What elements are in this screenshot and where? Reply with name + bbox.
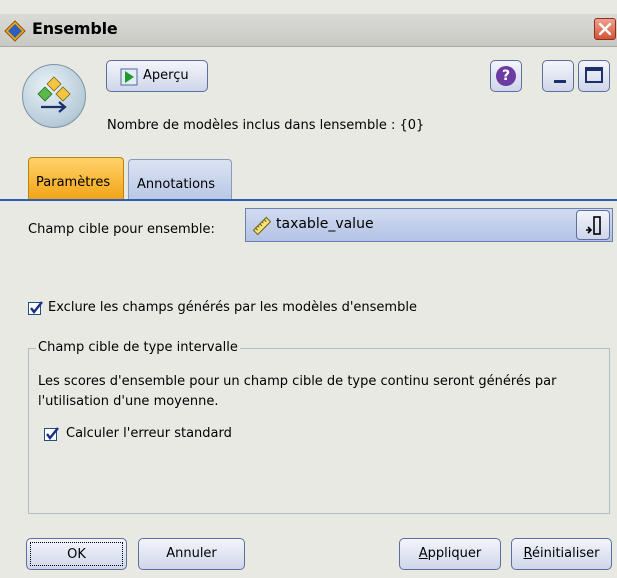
tab-label: Annotations <box>137 177 216 192</box>
dropdown-icon <box>586 216 601 235</box>
maximize-button[interactable] <box>578 60 610 92</box>
apply-label: ppliquer <box>427 546 482 561</box>
dropdown-button[interactable] <box>576 210 610 240</box>
maximize-icon <box>585 67 603 83</box>
apply-mnemonic: A <box>418 546 428 561</box>
tab-label: Paramètres <box>36 175 111 190</box>
model-count-text: Nombre de modèles inclus dans lensemble … <box>107 118 425 133</box>
tab-annotations[interactable]: Annotations <box>128 159 232 199</box>
tab-divider <box>0 199 617 201</box>
play-icon <box>120 68 138 90</box>
target-field-label: Champ cible pour ensemble: <box>28 222 215 237</box>
diamond-app-icon <box>4 20 26 42</box>
target-field-value: taxable_value <box>276 216 374 232</box>
ruler-icon <box>252 216 272 240</box>
close-button[interactable] <box>594 18 616 40</box>
reset-mnemonic: R <box>523 546 532 561</box>
preview-label: Aperçu <box>143 68 189 83</box>
preview-button[interactable]: Aperçu <box>106 60 208 92</box>
tab-parametres[interactable]: Paramètres <box>28 157 124 199</box>
help-button[interactable]: ? <box>490 60 522 92</box>
checkmark-icon <box>30 301 43 314</box>
std-error-checkbox[interactable] <box>44 427 59 441</box>
group-description: Les scores d'ensemble pour un champ cibl… <box>38 374 557 409</box>
close-icon <box>598 22 612 36</box>
reset-label: éinitialiser <box>531 546 600 561</box>
target-field-select[interactable]: taxable_value <box>245 208 613 242</box>
ok-button[interactable]: OK <box>26 538 127 570</box>
ensemble-node-icon <box>22 64 86 128</box>
help-icon: ? <box>496 66 516 86</box>
ensemble-dialog: Ensemble Aperçu ? Nombre de modèles incl… <box>0 0 617 578</box>
std-error-label: Calculer l'erreur standard <box>66 426 232 441</box>
checkmark-icon <box>46 427 59 440</box>
ok-label: OK <box>30 542 123 566</box>
title-bar[interactable]: Ensemble <box>0 14 617 47</box>
exclude-generated-label: Exclure les champs générés par les modèl… <box>48 300 417 315</box>
exclude-generated-checkbox[interactable] <box>28 301 43 315</box>
group-title: Champ cible de type intervalle <box>36 340 240 355</box>
window-title: Ensemble <box>32 19 118 38</box>
minimize-icon <box>554 80 566 83</box>
cancel-button[interactable]: Annuler <box>138 538 245 570</box>
reset-button[interactable]: Réinitialiser <box>511 538 612 570</box>
minimize-button[interactable] <box>542 60 574 92</box>
apply-button[interactable]: Appliquer <box>399 538 501 570</box>
